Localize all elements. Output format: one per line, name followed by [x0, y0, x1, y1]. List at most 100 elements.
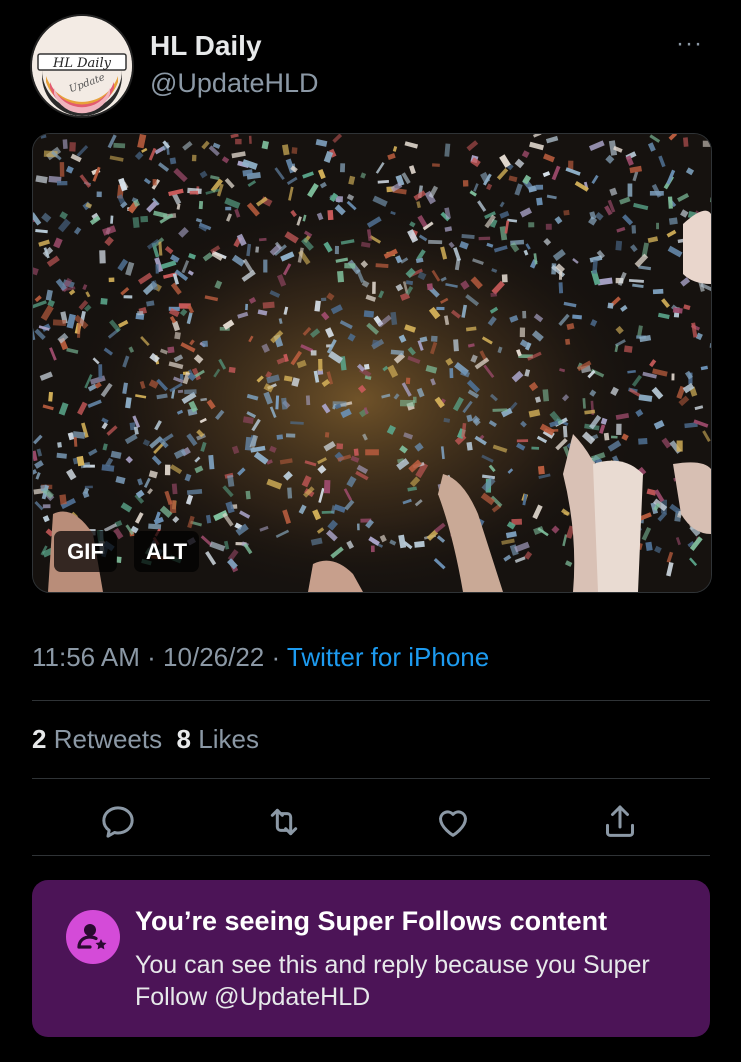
confetti-piece: [610, 435, 618, 439]
confetti-piece: [285, 433, 296, 438]
confetti-piece: [652, 288, 664, 295]
avatar[interactable]: HL Daily Update: [32, 16, 132, 116]
confetti-piece: [99, 250, 106, 264]
confetti-piece: [603, 432, 610, 441]
confetti-piece: [357, 523, 360, 531]
tweet-date[interactable]: 10/26/22: [163, 642, 264, 672]
confetti-piece: [245, 303, 248, 311]
confetti-piece: [98, 364, 103, 379]
confetti-piece: [225, 206, 232, 211]
confetti-piece: [344, 263, 356, 269]
confetti-piece: [202, 340, 208, 347]
like-button[interactable]: [433, 802, 473, 842]
confetti-piece: [96, 191, 102, 198]
divider: [32, 700, 710, 701]
confetti-piece: [501, 274, 508, 283]
confetti-piece: [430, 335, 438, 342]
confetti-piece: [336, 443, 344, 450]
confetti-piece: [353, 448, 359, 456]
confetti-piece: [177, 389, 184, 394]
confetti-piece: [558, 271, 563, 280]
confetti-piece: [372, 281, 376, 294]
confetti-piece: [69, 142, 76, 152]
confetti-piece: [137, 311, 144, 316]
confetti-piece: [490, 292, 498, 297]
confetti-piece: [572, 314, 582, 320]
more-options-icon[interactable]: ···: [676, 30, 703, 58]
confetti-piece: [492, 408, 508, 412]
confetti-piece: [305, 395, 311, 406]
tweet-source-link[interactable]: Twitter for iPhone: [287, 642, 489, 672]
confetti-piece: [235, 138, 242, 145]
share-button[interactable]: [600, 802, 640, 842]
confetti-piece: [56, 181, 68, 186]
likes-count: 8: [176, 724, 192, 754]
retweets-label: Retweets: [53, 724, 163, 754]
confetti-piece: [562, 425, 568, 438]
retweet-button[interactable]: [264, 802, 304, 842]
alt-text-button[interactable]: ALT: [134, 531, 199, 572]
confetti-piece: [645, 541, 653, 551]
likes-stat[interactable]: 8 Likes: [177, 724, 259, 754]
confetti-piece: [558, 282, 564, 294]
tweet-media-gif[interactable]: [32, 133, 712, 593]
confetti-piece: [167, 346, 175, 354]
confetti-piece: [667, 196, 673, 209]
confetti-piece: [262, 301, 275, 309]
share-icon: [606, 805, 634, 837]
confetti-piece: [631, 225, 637, 234]
retweets-count: 2: [32, 724, 47, 754]
confetti-piece: [363, 310, 375, 318]
confetti-piece: [627, 183, 633, 197]
confetti-piece: [100, 298, 108, 305]
confetti-piece: [113, 142, 126, 149]
confetti-piece: [337, 270, 345, 283]
confetti-piece: [607, 302, 614, 309]
author-name[interactable]: HL Daily: [150, 30, 262, 62]
confetti-piece: [615, 240, 623, 251]
confetti-piece: [656, 222, 659, 230]
confetti-image: [33, 134, 711, 592]
confetti-piece: [42, 504, 51, 509]
super-follows-icon: [66, 910, 120, 964]
confetti-piece: [52, 319, 67, 326]
confetti-piece: [62, 139, 68, 149]
reply-button[interactable]: [98, 802, 138, 842]
divider: [32, 778, 710, 779]
confetti-piece: [414, 540, 425, 548]
confetti-piece: [531, 446, 540, 450]
confetti-piece: [702, 140, 711, 147]
confetti-piece: [565, 338, 571, 345]
confetti-piece: [436, 306, 445, 311]
confetti-piece: [545, 223, 552, 230]
super-follows-notice: You’re seeing Super Follows content You …: [32, 880, 710, 1037]
confetti-piece: [528, 222, 535, 228]
confetti-piece: [449, 368, 454, 379]
confetti-piece: [169, 500, 177, 514]
confetti-piece: [370, 545, 375, 553]
confetti-piece: [320, 297, 327, 302]
confetti-piece: [668, 217, 678, 225]
confetti-piece: [132, 217, 140, 228]
confetti-piece: [174, 331, 181, 340]
confetti-piece: [255, 246, 260, 253]
confetti-piece: [405, 377, 411, 385]
confetti-piece: [276, 434, 284, 440]
confetti-piece: [198, 200, 204, 210]
retweets-stat[interactable]: 2 Retweets: [32, 724, 162, 754]
confetti-piece: [563, 209, 570, 216]
tweet-time[interactable]: 11:56 AM: [32, 642, 140, 672]
retweet-icon: [270, 808, 298, 836]
confetti-piece: [535, 184, 544, 190]
confetti-piece: [123, 295, 133, 299]
confetti-piece: [638, 438, 648, 445]
avatar-logo-text: HL Daily: [52, 56, 112, 71]
confetti-piece: [263, 259, 268, 273]
confetti-piece: [318, 358, 323, 371]
confetti-piece: [228, 366, 236, 374]
confetti-piece: [291, 147, 298, 154]
author-handle[interactable]: @UpdateHLD: [150, 68, 319, 99]
confetti-piece: [152, 179, 157, 186]
confetti-piece: [671, 373, 675, 381]
meta-separator: ·: [139, 642, 164, 672]
